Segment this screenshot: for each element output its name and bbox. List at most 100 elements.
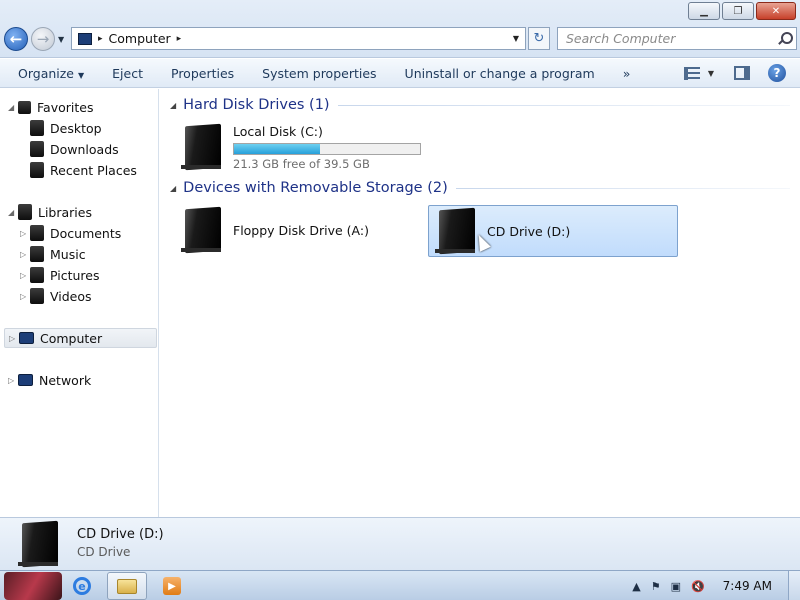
downloads-icon xyxy=(30,141,44,157)
recent-pages-dropdown[interactable]: ▼ xyxy=(58,35,64,44)
cd-drive-icon xyxy=(16,520,60,568)
computer-icon xyxy=(78,32,92,45)
title-bar: ▁ ❐ ✕ ← → ▼ ▸ Computer ▸ ▼ ↻ Search Comp… xyxy=(0,0,800,58)
sidebar-item-label: Network xyxy=(39,372,92,388)
sidebar-item-label: Pictures xyxy=(50,267,100,283)
group-header-label: Devices with Removable Storage (2) xyxy=(183,180,448,196)
drive-name: Floppy Disk Drive (A:) xyxy=(233,222,369,238)
breadcrumb-separator[interactable]: ▸ xyxy=(177,34,182,44)
change-view-icon[interactable] xyxy=(683,66,700,80)
more-commands-button[interactable]: » xyxy=(609,66,645,81)
recent-places-icon xyxy=(30,162,44,178)
folder-icon xyxy=(117,578,137,594)
minimize-button[interactable]: ▁ xyxy=(688,2,720,20)
sidebar-item-downloads[interactable]: Downloads xyxy=(30,139,119,159)
sidebar-item-desktop[interactable]: Desktop xyxy=(30,118,102,138)
network-icon xyxy=(18,374,33,386)
preview-pane-icon[interactable] xyxy=(734,66,750,80)
drive-tile-cd-d[interactable]: CD Drive (D:) xyxy=(428,205,678,257)
sidebar-item-label: Recent Places xyxy=(50,162,137,178)
sidebar-item-videos[interactable]: ▷ Videos xyxy=(20,286,92,306)
computer-icon xyxy=(19,332,34,344)
taskbar-windows-explorer[interactable] xyxy=(107,572,147,600)
clock[interactable]: 7:49 AM xyxy=(723,579,772,593)
sidebar-item-pictures[interactable]: ▷ Pictures xyxy=(20,265,100,285)
sidebar-item-label: Music xyxy=(50,246,86,262)
music-icon xyxy=(30,246,44,262)
sidebar-item-label: Computer xyxy=(40,330,103,346)
properties-button[interactable]: Properties xyxy=(157,66,248,81)
chevron-down-icon: ▼ xyxy=(78,70,85,80)
group-header-removable-storage[interactable]: ◢ Devices with Removable Storage (2) xyxy=(170,180,790,196)
drive-tile-floppy-a[interactable]: Floppy Disk Drive (A:) xyxy=(174,204,424,256)
taskbar: e ▶ ▲ ⚑ ▣ 🔇 7:49 AM xyxy=(0,570,800,600)
sidebar-item-music[interactable]: ▷ Music xyxy=(20,244,86,264)
drive-free-space: 21.3 GB free of 39.5 GB xyxy=(233,156,370,171)
breadcrumb-computer[interactable]: Computer xyxy=(109,31,171,46)
sidebar-item-network[interactable]: ▷ Network xyxy=(8,370,91,390)
volume-muted-icon[interactable]: 🔇 xyxy=(691,580,705,593)
expand-icon[interactable]: ▷ xyxy=(8,376,18,385)
favorites-star-icon xyxy=(18,100,31,114)
sidebar-item-documents[interactable]: ▷ Documents xyxy=(20,223,121,243)
sidebar-item-label: Libraries xyxy=(38,204,92,220)
navigation-pane: ◢ Favorites Desktop Downloads Recent Pla… xyxy=(0,89,159,517)
expand-icon[interactable]: ▷ xyxy=(20,292,30,301)
search-icon[interactable] xyxy=(777,31,793,46)
back-button[interactable]: ← xyxy=(4,27,28,51)
network-status-icon[interactable]: ▣ xyxy=(671,580,681,593)
taskbar-media-player[interactable]: ▶ xyxy=(152,572,192,600)
system-properties-button[interactable]: System properties xyxy=(248,66,390,81)
sidebar-item-favorites[interactable]: ◢ Favorites xyxy=(8,97,93,117)
sidebar-item-computer[interactable]: ▷ Computer xyxy=(4,328,157,348)
refresh-button[interactable]: ↻ xyxy=(528,27,550,50)
close-button[interactable]: ✕ xyxy=(756,2,796,20)
floppy-drive-icon xyxy=(179,206,223,254)
system-tray: ▲ ⚑ ▣ 🔇 7:49 AM xyxy=(632,571,800,600)
help-icon[interactable]: ? xyxy=(768,64,786,82)
restore-button[interactable]: ❐ xyxy=(722,2,754,20)
eject-button[interactable]: Eject xyxy=(98,66,157,81)
uninstall-program-button[interactable]: Uninstall or change a program xyxy=(391,66,609,81)
drive-tile-local-disk-c[interactable]: Local Disk (C:) 21.3 GB free of 39.5 GB xyxy=(174,121,434,173)
start-button[interactable] xyxy=(4,572,62,600)
show-hidden-icons-icon[interactable]: ▲ xyxy=(632,580,640,593)
search-input[interactable]: Search Computer xyxy=(566,31,777,46)
address-dropdown-icon[interactable]: ▼ xyxy=(513,34,519,43)
group-header-hard-disk-drives[interactable]: ◢ Hard Disk Drives (1) xyxy=(170,97,790,113)
documents-icon xyxy=(30,225,44,241)
cd-drive-icon xyxy=(433,207,477,255)
drive-usage-bar xyxy=(233,142,421,155)
expand-icon[interactable]: ▷ xyxy=(9,334,19,343)
expand-icon[interactable]: ▷ xyxy=(20,271,30,280)
collapse-icon[interactable]: ◢ xyxy=(170,101,176,110)
address-bar[interactable]: ▸ Computer ▸ ▼ xyxy=(71,27,526,50)
sidebar-item-libraries[interactable]: ◢ Libraries xyxy=(8,202,92,222)
organize-menu[interactable]: Organize ▼ xyxy=(0,66,98,81)
action-center-flag-icon[interactable]: ⚑ xyxy=(651,580,661,593)
sidebar-item-recent-places[interactable]: Recent Places xyxy=(30,160,137,180)
group-divider xyxy=(337,104,790,106)
taskbar-internet-explorer[interactable]: e xyxy=(62,572,102,600)
collapse-icon[interactable]: ◢ xyxy=(8,208,18,217)
details-item-type: CD Drive xyxy=(77,545,131,559)
breadcrumb-separator[interactable]: ▸ xyxy=(98,34,103,44)
media-player-icon: ▶ xyxy=(163,577,181,595)
expand-icon[interactable]: ▷ xyxy=(20,229,30,238)
drive-name: Local Disk (C:) xyxy=(233,123,323,139)
drive-usage-fill xyxy=(234,143,320,154)
collapse-icon[interactable]: ◢ xyxy=(8,103,18,112)
sidebar-item-label: Videos xyxy=(50,288,92,304)
search-box[interactable]: Search Computer xyxy=(557,27,797,50)
videos-icon xyxy=(30,288,44,304)
collapse-icon[interactable]: ◢ xyxy=(170,184,176,193)
forward-button[interactable]: → xyxy=(31,27,55,51)
expand-icon[interactable]: ▷ xyxy=(20,250,30,259)
drive-name: CD Drive (D:) xyxy=(487,223,571,239)
show-desktop-button[interactable] xyxy=(788,571,800,600)
group-divider xyxy=(455,187,790,189)
sidebar-item-label: Downloads xyxy=(50,141,119,157)
sidebar-item-label: Documents xyxy=(50,225,122,241)
sidebar-item-label: Favorites xyxy=(37,99,94,115)
view-options-dropdown[interactable]: ▼ xyxy=(708,69,714,78)
